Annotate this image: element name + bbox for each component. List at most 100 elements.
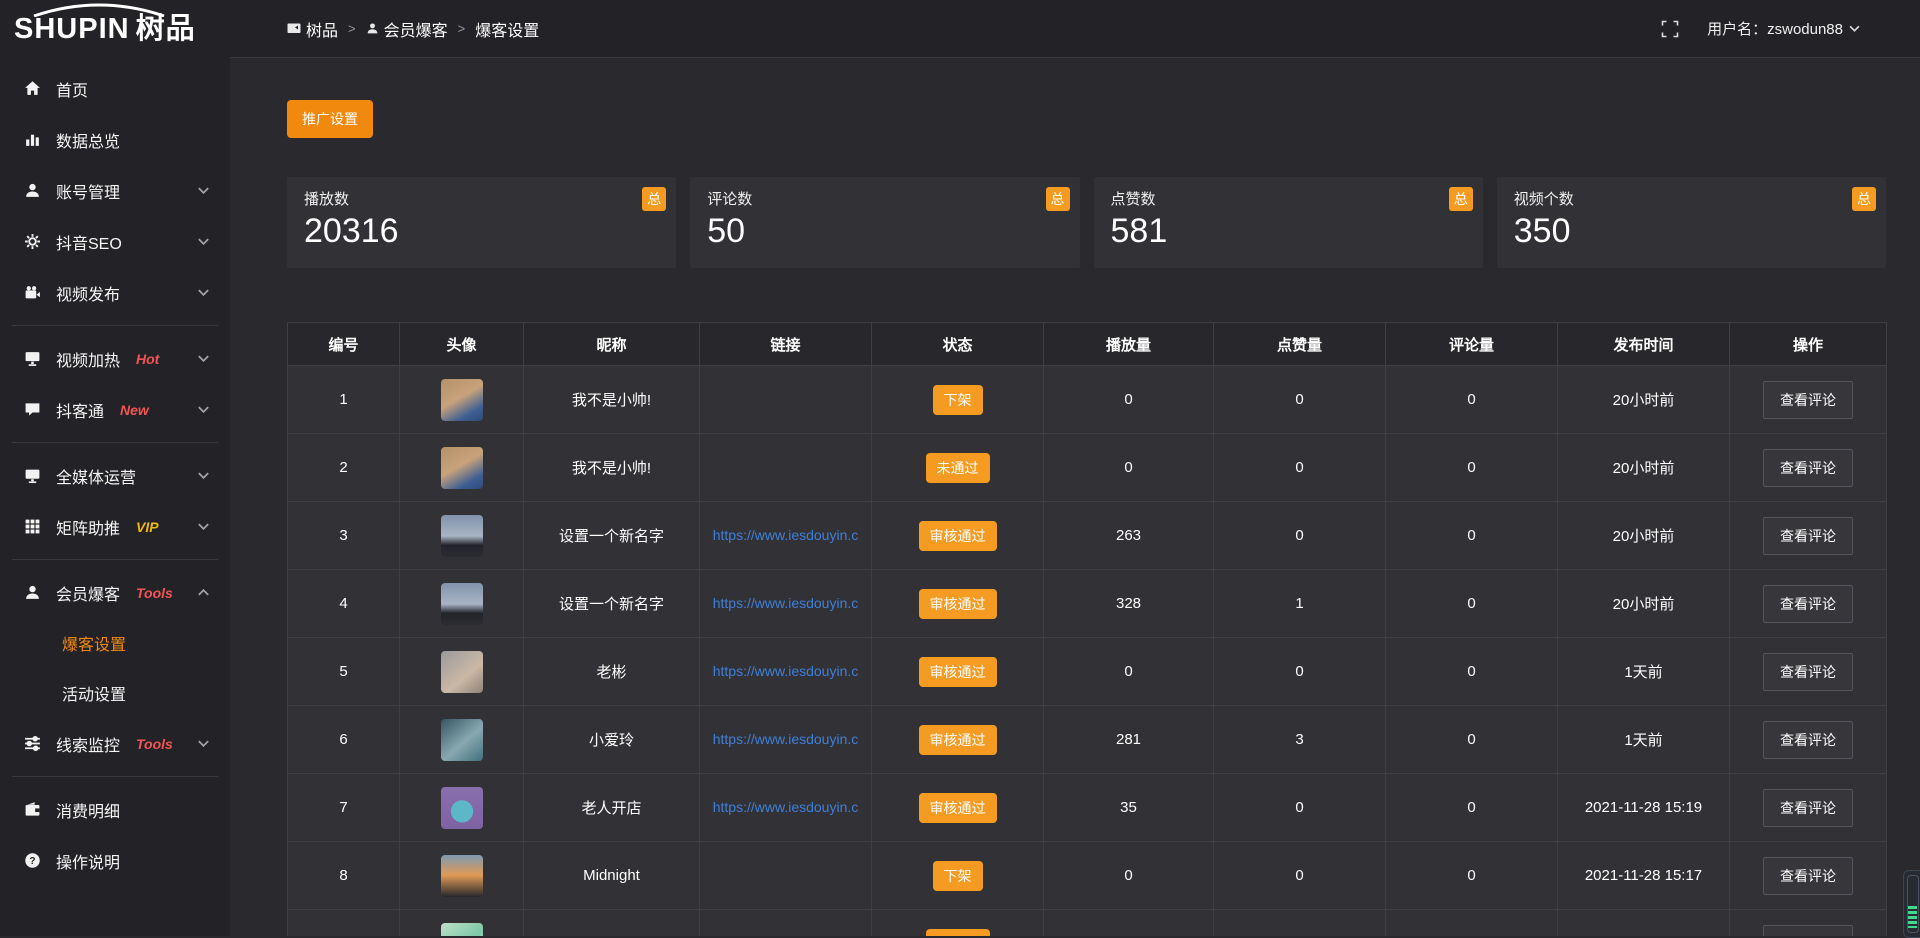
likes-cell: 1 bbox=[1214, 570, 1386, 638]
avatar-cell bbox=[400, 570, 524, 638]
link-cell bbox=[700, 434, 872, 502]
topbar: 树品 > 会员爆客 > 爆客设置 用户名：zswodun88 bbox=[230, 0, 1920, 58]
status-badge: 审核通过 bbox=[919, 793, 997, 823]
status-badge: 下架 bbox=[933, 385, 983, 415]
promo-settings-button[interactable]: 推广设置 bbox=[287, 100, 373, 138]
sidebar-subitem-baoke-settings[interactable]: 爆客设置 bbox=[0, 618, 230, 668]
column-header: 编号 bbox=[288, 323, 400, 366]
time-cell: 2021-11-28 15:16 bbox=[1558, 910, 1730, 937]
stat-label: 评论数 bbox=[707, 188, 1079, 209]
video-link[interactable]: https://www.iesdouyin.c bbox=[713, 595, 859, 611]
avatar bbox=[441, 923, 483, 937]
likes-cell: 0 bbox=[1214, 774, 1386, 842]
sidebar-item-member-baoke[interactable]: 会员爆客 Tools bbox=[0, 567, 230, 618]
gear-icon bbox=[24, 233, 41, 250]
table-row: 6小爱玲https://www.iesdouyin.c审核通过281301天前查… bbox=[288, 706, 1887, 774]
main-content: 推广设置 播放数 20316 总 评论数 50 总 点赞数 581 总 视频个数… bbox=[230, 58, 1920, 936]
row-id-cell: 5 bbox=[288, 638, 400, 706]
nickname-cell: 老彬 bbox=[524, 638, 700, 706]
status-badge: 审核通过 bbox=[919, 589, 997, 619]
comments-cell: 0 bbox=[1386, 910, 1558, 937]
video-link[interactable]: https://www.iesdouyin.c bbox=[713, 799, 859, 815]
status-badge: 审核通过 bbox=[919, 725, 997, 755]
status-cell: 未通过 bbox=[872, 910, 1044, 937]
stat-value: 20316 bbox=[304, 213, 676, 250]
nickname-cell: 我不是小帅! bbox=[524, 434, 700, 502]
row-id-cell: 9 bbox=[288, 910, 400, 937]
status-badge: 未通过 bbox=[926, 453, 990, 483]
avatar-cell bbox=[400, 434, 524, 502]
username-menu[interactable]: 用户名：zswodun88 bbox=[1707, 18, 1860, 39]
sidebar-item-douyin-seo[interactable]: 抖音SEO bbox=[0, 216, 230, 267]
sidebar-item-all-media[interactable]: 全媒体运营 bbox=[0, 450, 230, 501]
video-link[interactable]: https://www.iesdouyin.c bbox=[713, 663, 859, 679]
view-comments-button[interactable]: 查看评论 bbox=[1763, 449, 1853, 487]
view-comments-button[interactable]: 查看评论 bbox=[1763, 517, 1853, 555]
sidebar-item-douketong[interactable]: 抖客通 New bbox=[0, 384, 230, 435]
likes-cell: 0 bbox=[1214, 638, 1386, 706]
view-comments-button[interactable]: 查看评论 bbox=[1763, 381, 1853, 419]
chevron-down-icon bbox=[195, 472, 212, 479]
action-cell: 查看评论 bbox=[1730, 570, 1887, 638]
plays-cell: 0 bbox=[1044, 366, 1214, 434]
sidebar-item-video-publish[interactable]: 视频发布 bbox=[0, 267, 230, 318]
sidebar-item-video-heat[interactable]: 视频加热 Hot bbox=[0, 333, 230, 384]
hot-tag: Hot bbox=[136, 351, 159, 367]
fullscreen-icon[interactable] bbox=[1661, 20, 1679, 38]
topbar-right: 用户名：zswodun88 bbox=[1661, 18, 1920, 39]
view-comments-button[interactable]: 查看评论 bbox=[1763, 789, 1853, 827]
comments-cell: 0 bbox=[1386, 706, 1558, 774]
view-comments-button[interactable]: 查看评论 bbox=[1763, 721, 1853, 759]
view-comments-button[interactable]: 查看评论 bbox=[1763, 925, 1853, 937]
stat-label: 视频个数 bbox=[1514, 188, 1886, 209]
link-cell: https://www.iesdouyin.c bbox=[700, 570, 872, 638]
action-cell: 查看评论 bbox=[1730, 502, 1887, 570]
sidebar-item-data-overview[interactable]: 数据总览 bbox=[0, 114, 230, 165]
action-cell: 查看评论 bbox=[1730, 638, 1887, 706]
sidebar-item-account[interactable]: 账号管理 bbox=[0, 165, 230, 216]
video-link[interactable]: https://www.iesdouyin.c bbox=[713, 731, 859, 747]
status-badge: 审核通过 bbox=[919, 521, 997, 551]
sidebar-subitem-activity-settings[interactable]: 活动设置 bbox=[0, 668, 230, 718]
view-comments-button[interactable]: 查看评论 bbox=[1763, 653, 1853, 691]
sidebar-item-home[interactable]: 首页 bbox=[0, 63, 230, 114]
column-header: 发布时间 bbox=[1558, 323, 1730, 366]
row-id-cell: 6 bbox=[288, 706, 400, 774]
floating-widget[interactable] bbox=[1903, 870, 1920, 938]
action-cell: 查看评论 bbox=[1730, 706, 1887, 774]
status-cell: 审核通过 bbox=[872, 706, 1044, 774]
avatar bbox=[441, 855, 483, 897]
view-comments-button[interactable]: 查看评论 bbox=[1763, 857, 1853, 895]
floating-widget-bars bbox=[1908, 906, 1917, 928]
breadcrumb-item-root[interactable]: 树品 bbox=[287, 17, 338, 41]
avatar bbox=[441, 787, 483, 829]
sidebar: SHUPIN树品 首页 数据总览 账号管理 抖音SEO 视频发布 bbox=[0, 0, 230, 936]
video-link[interactable]: https://www.iesdouyin.c bbox=[713, 527, 859, 543]
svg-text:?: ? bbox=[29, 856, 35, 867]
total-badge: 总 bbox=[1449, 187, 1473, 211]
status-badge: 下架 bbox=[933, 861, 983, 891]
total-badge: 总 bbox=[642, 187, 666, 211]
chevron-down-icon bbox=[195, 238, 212, 245]
stat-card-likes: 点赞数 581 总 bbox=[1094, 177, 1483, 268]
time-cell: 20小时前 bbox=[1558, 434, 1730, 502]
status-badge: 审核通过 bbox=[919, 657, 997, 687]
table-row: 7老人开店https://www.iesdouyin.c审核通过35002021… bbox=[288, 774, 1887, 842]
sidebar-item-expense-details[interactable]: 消费明细 bbox=[0, 784, 230, 835]
sidebar-item-instructions[interactable]: ? 操作说明 bbox=[0, 835, 230, 886]
table-row: 3设置一个新名字https://www.iesdouyin.c审核通过26300… bbox=[288, 502, 1887, 570]
nickname-cell: 设置一个新名字 bbox=[524, 502, 700, 570]
sidebar-item-clue-monitor[interactable]: 线索监控 Tools bbox=[0, 718, 230, 769]
avatar bbox=[441, 379, 483, 421]
column-header: 播放量 bbox=[1044, 323, 1214, 366]
view-comments-button[interactable]: 查看评论 bbox=[1763, 585, 1853, 623]
menu-divider bbox=[12, 325, 218, 326]
plays-cell: 0 bbox=[1044, 842, 1214, 910]
link-cell bbox=[700, 910, 872, 937]
vip-tag: VIP bbox=[136, 519, 159, 535]
breadcrumb-item-member-baoke[interactable]: 会员爆客 bbox=[366, 17, 448, 41]
table-body: 1我不是小帅!下架00020小时前查看评论2我不是小帅!未通过00020小时前查… bbox=[288, 366, 1887, 937]
status-cell: 下架 bbox=[872, 366, 1044, 434]
nickname-cell: 小爱玲 bbox=[524, 706, 700, 774]
sidebar-item-matrix-boost[interactable]: 矩阵助推 VIP bbox=[0, 501, 230, 552]
